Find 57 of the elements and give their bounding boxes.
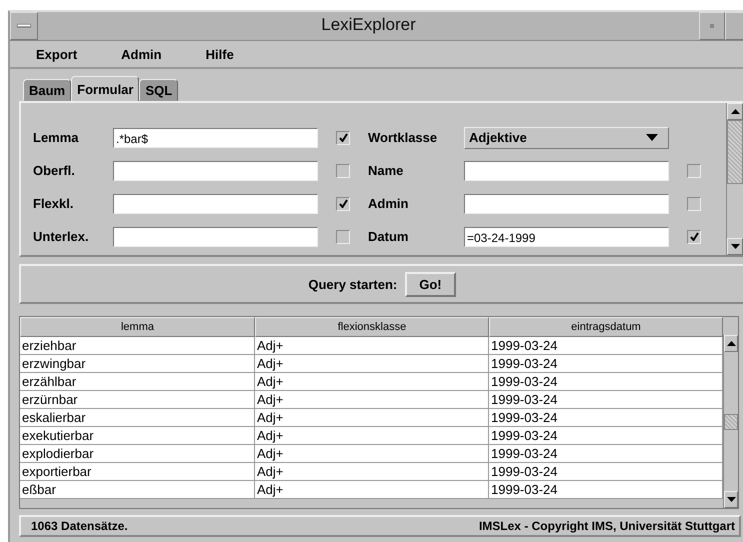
text-field[interactable]: [464, 194, 669, 214]
menu-item[interactable]: Admin: [121, 46, 162, 62]
menu-item[interactable]: Hilfe: [206, 46, 234, 62]
scroll-thumb[interactable]: [724, 414, 738, 430]
minimize-button[interactable]: [699, 12, 725, 40]
menu-item[interactable]: Export: [36, 46, 78, 62]
checkbox[interactable]: [336, 230, 350, 244]
scroll-thumb[interactable]: [727, 120, 743, 184]
table-cell: 1999-03-24: [489, 481, 723, 499]
field-label: Oberfl.: [33, 163, 76, 178]
minimize-icon: [17, 24, 31, 28]
scroll-down-icon: [726, 497, 736, 502]
record-count: 1063 Datensätze.: [31, 519, 128, 533]
field-value: =03-24-1999: [467, 230, 536, 244]
scrollbar[interactable]: [723, 335, 738, 508]
window-menu-button[interactable]: [10, 12, 38, 40]
text-field[interactable]: [113, 160, 318, 180]
go-button[interactable]: Go!: [405, 272, 456, 296]
field-label: Admin: [368, 196, 410, 211]
tab[interactable]: Formular: [71, 76, 140, 101]
dropdown[interactable]: Adjektive: [464, 126, 669, 148]
checkbox[interactable]: [336, 196, 350, 210]
checkbox[interactable]: [336, 130, 350, 144]
scroll-up-icon: [726, 341, 736, 346]
check-icon: [338, 199, 348, 208]
checkbox[interactable]: [687, 230, 701, 244]
check-icon: [338, 133, 348, 142]
scrollbar[interactable]: [726, 103, 743, 255]
text-field[interactable]: [113, 194, 318, 214]
copyright-text: IMSLex - Copyright IMS, Universität Stuttgart: [478, 519, 735, 533]
column-header[interactable]: eintragsdatum: [489, 317, 723, 337]
dropdown-arrow-icon: [646, 134, 658, 141]
check-icon: [690, 232, 698, 241]
text-field[interactable]: [113, 226, 318, 246]
text-field[interactable]: .*bar$: [113, 128, 318, 148]
checkbox[interactable]: [336, 164, 350, 178]
table-cell: Adj+: [255, 481, 489, 499]
field-label: Name: [368, 163, 404, 178]
checkbox[interactable]: [687, 196, 701, 210]
field-label: Unterlex.: [33, 229, 90, 244]
column-header[interactable]: lemma: [20, 317, 255, 337]
tab[interactable]: Baum: [23, 79, 72, 101]
table-cell: eßbar: [20, 481, 255, 499]
field-label: Lemma: [33, 130, 80, 145]
window-title: LexiExplorer: [320, 14, 417, 36]
query-label: Query starten:: [308, 276, 398, 292]
scroll-down-icon: [730, 244, 740, 249]
column-header[interactable]: flexionsklasse: [255, 317, 489, 337]
text-field[interactable]: [464, 160, 669, 180]
tab[interactable]: SQL: [139, 79, 178, 101]
field-label: Flexkl.: [33, 196, 74, 211]
field-value: .*bar$: [116, 132, 148, 146]
field-label: Wortklasse: [368, 130, 438, 145]
field-label: Datum: [368, 229, 410, 244]
text-field[interactable]: =03-24-1999: [464, 226, 669, 246]
checkbox[interactable]: [687, 164, 701, 178]
scroll-up-icon: [730, 109, 740, 114]
